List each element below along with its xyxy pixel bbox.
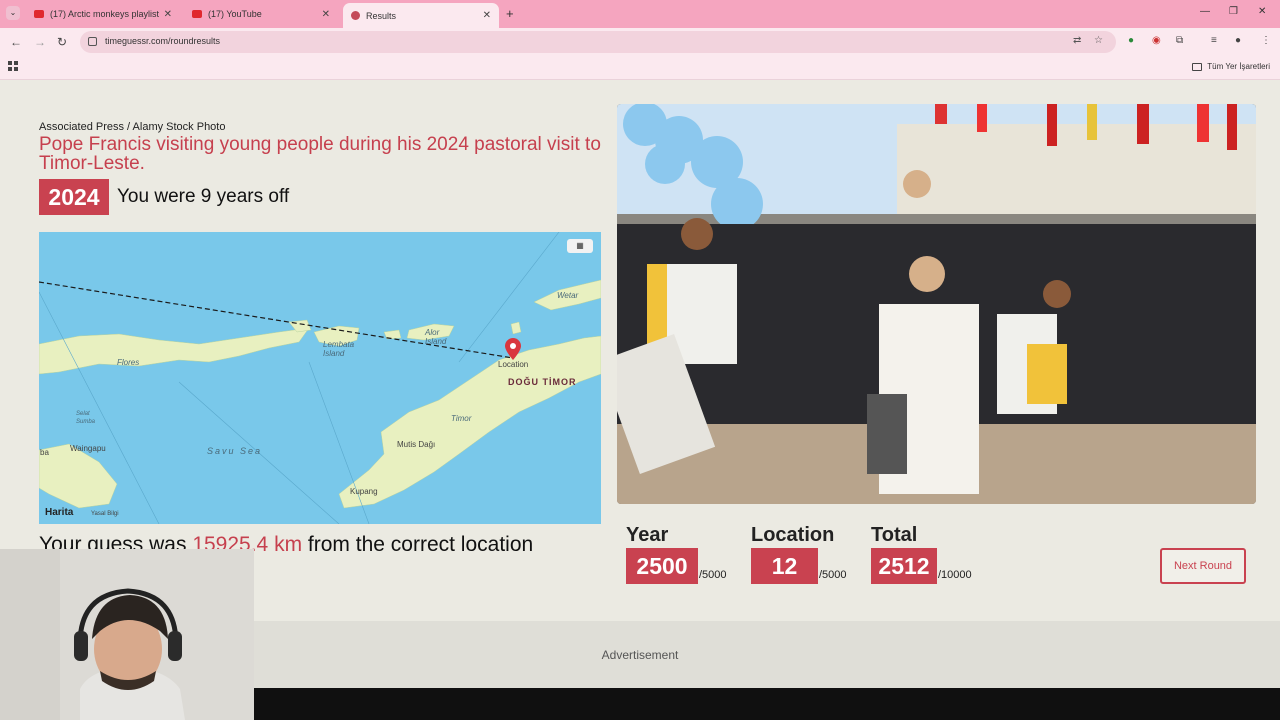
- all-bookmarks-button[interactable]: Tüm Yer İşaretleri: [1192, 62, 1270, 71]
- location-pin-icon[interactable]: [505, 338, 521, 360]
- correct-year-badge: 2024: [39, 179, 109, 215]
- apps-grid-icon[interactable]: [8, 61, 18, 71]
- url-text: timeguessr.com/roundresults: [105, 36, 221, 46]
- year-score-value: 2500: [626, 548, 698, 584]
- next-round-button[interactable]: Next Round: [1160, 548, 1246, 584]
- total-score-max: /10000: [938, 569, 972, 581]
- webcam-person-image: [0, 549, 254, 720]
- map-type-toggle[interactable]: ▦: [567, 239, 593, 253]
- distance-suffix: from the correct location: [307, 533, 534, 556]
- close-tab-icon[interactable]: ✕: [164, 9, 172, 20]
- tab-bar: ⌄ (17) Arctic monkeys playlist ✕ (17) Yo…: [0, 0, 1280, 28]
- location-score-title: Location: [751, 524, 835, 546]
- round-photo: [617, 104, 1256, 504]
- map-label-flores: Flores: [117, 358, 140, 367]
- tab-search-button[interactable]: ⌄: [6, 6, 20, 20]
- map-label-location: Location: [498, 360, 529, 369]
- map-label-timor: Timor: [451, 414, 472, 423]
- back-icon[interactable]: ←: [10, 35, 22, 49]
- bookmark-star-icon[interactable]: ☆: [1094, 35, 1103, 46]
- address-bar[interactable]: timeguessr.com/roundresults ⇄ ☆: [80, 31, 1116, 53]
- bookmark-bar: Tüm Yer İşaretleri: [0, 56, 1280, 80]
- browser-toolbar: ← → ↻ timeguessr.com/roundresults ⇄ ☆ ● …: [0, 28, 1280, 56]
- reading-list-icon[interactable]: ≡: [1211, 35, 1217, 46]
- map-label-waingapu: Waingapu: [70, 444, 106, 453]
- minimize-icon[interactable]: —: [1200, 6, 1210, 17]
- total-score: Total 2512 /10000: [871, 524, 972, 584]
- map-label-kupang: Kupang: [350, 487, 378, 496]
- location-score: Location 12 /5000: [751, 524, 847, 584]
- extensions-puzzle-icon[interactable]: ⧉: [1176, 35, 1183, 46]
- new-tab-button[interactable]: +: [506, 6, 514, 21]
- tab-label: (17) YouTube: [208, 9, 262, 19]
- location-score-max: /5000: [819, 569, 847, 581]
- tab-youtube[interactable]: (17) YouTube ✕: [184, 3, 338, 25]
- year-score-title: Year: [626, 524, 669, 546]
- profile-avatar[interactable]: ●: [1235, 35, 1241, 46]
- location-score-value: 12: [751, 548, 818, 584]
- photo-caption: Pope Francis visiting young people durin…: [39, 134, 601, 174]
- close-tab-icon[interactable]: ✕: [322, 9, 330, 20]
- map-label-selat-sumba: Selat Sumba: [76, 411, 96, 425]
- map-label-mutis: Mutis Dağı: [397, 440, 436, 449]
- map-label-wetar: Wetar: [557, 291, 579, 300]
- youtube-icon: [192, 10, 202, 18]
- map-label-dogu-timor: DOĞU TİMOR: [508, 377, 577, 387]
- restore-icon[interactable]: ❐: [1229, 6, 1238, 17]
- translate-icon[interactable]: ⇄: [1073, 35, 1081, 46]
- reload-icon[interactable]: ↻: [57, 35, 67, 49]
- close-tab-icon[interactable]: ✕: [483, 10, 491, 21]
- map-brand: Harita: [45, 507, 74, 518]
- site-info-icon[interactable]: [88, 37, 97, 46]
- extension-icon[interactable]: ●: [1128, 35, 1134, 46]
- menu-icon[interactable]: ⋮: [1261, 35, 1271, 46]
- record-icon[interactable]: ◉: [1152, 35, 1161, 46]
- close-window-icon[interactable]: ✕: [1258, 6, 1266, 17]
- year-score-max: /5000: [699, 569, 727, 581]
- map-icon: ▦: [576, 241, 584, 250]
- photo-graphic: [617, 104, 1256, 504]
- webcam-overlay: [0, 549, 254, 720]
- photo-credit: Associated Press / Alamy Stock Photo: [39, 121, 226, 133]
- map-label-lembata: Lembata Island: [323, 340, 355, 358]
- map-legal-link[interactable]: Yasal Bilgi: [91, 511, 119, 517]
- tab-arctic-monkeys[interactable]: (17) Arctic monkeys playlist ✕: [26, 3, 180, 25]
- folder-icon: [1192, 62, 1203, 71]
- tab-label: (17) Arctic monkeys playlist: [50, 9, 160, 19]
- tab-results[interactable]: Results ✕: [343, 3, 499, 28]
- timeguessr-icon: [351, 11, 360, 20]
- total-score-title: Total: [871, 524, 918, 546]
- all-bookmarks-label: Tüm Yer İşaretleri: [1207, 62, 1270, 71]
- forward-icon[interactable]: →: [34, 35, 46, 49]
- youtube-icon: [34, 10, 44, 18]
- tab-label: Results: [366, 10, 397, 21]
- years-off-text: You were 9 years off: [117, 186, 290, 207]
- map-label-savu-sea: Savu Sea: [207, 446, 263, 456]
- total-score-value: 2512: [871, 548, 937, 584]
- year-score: Year 2500 /5000: [626, 524, 727, 584]
- result-map[interactable]: Flores Lembata Island Alor Island Wetar …: [39, 232, 601, 524]
- map-label-sumba-edge: ba: [40, 448, 49, 457]
- map-label-alor: Alor Island: [425, 328, 447, 346]
